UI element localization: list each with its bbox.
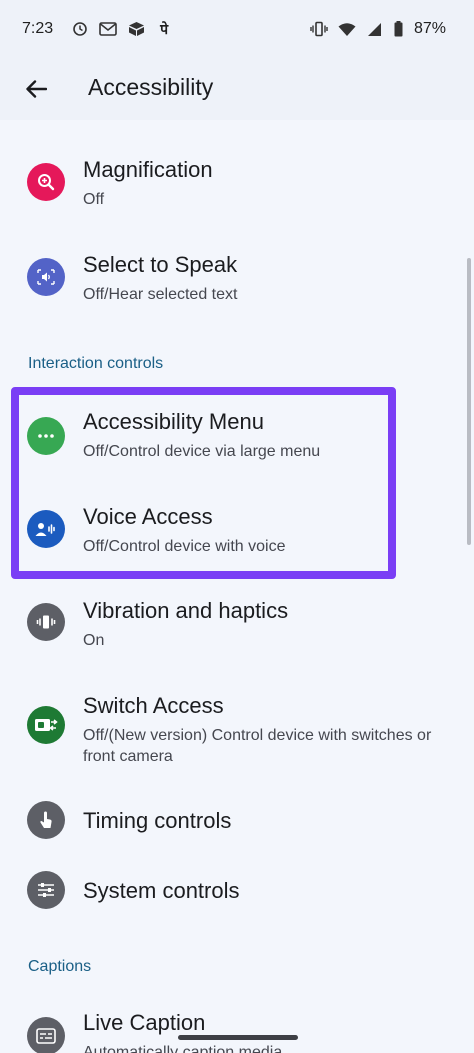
list-item-vibration-haptics[interactable]: Vibration and haptics On bbox=[0, 580, 474, 670]
item-title: Switch Access bbox=[83, 693, 224, 718]
item-subtitle: Off bbox=[83, 191, 105, 208]
app-bar: Accessibility bbox=[0, 58, 474, 120]
item-title: Live Caption bbox=[83, 1010, 206, 1035]
page-title: Accessibility bbox=[88, 74, 214, 100]
battery-icon bbox=[394, 20, 404, 38]
item-title: Timing controls bbox=[83, 808, 232, 833]
item-title: Vibration and haptics bbox=[83, 598, 289, 623]
status-left: 7:23 पे bbox=[22, 20, 173, 38]
list-item-timing-controls[interactable]: Timing controls bbox=[0, 788, 474, 858]
vibrate-status-icon bbox=[310, 20, 328, 38]
item-subtitle: On bbox=[83, 632, 105, 649]
wifi-icon bbox=[338, 20, 356, 38]
list-item-switch-access[interactable]: Switch Access Off/(New version) Control … bbox=[0, 675, 474, 785]
package-icon bbox=[127, 20, 145, 38]
battery-percent: 87% bbox=[413, 20, 446, 37]
caption-icon bbox=[27, 1017, 65, 1053]
touch-icon bbox=[27, 801, 65, 839]
item-subtitle: Off/(New version) Control device with sw… bbox=[83, 727, 432, 765]
vibrate-icon bbox=[27, 603, 65, 641]
speaker-icon bbox=[27, 258, 65, 296]
item-subtitle: Automatically caption media bbox=[83, 1044, 283, 1053]
list-item-live-caption[interactable]: Live Caption Automatically caption media bbox=[0, 993, 474, 1053]
highlight-box bbox=[11, 387, 396, 579]
signal-icon bbox=[366, 20, 384, 38]
gesture-nav-bar[interactable] bbox=[178, 1035, 298, 1040]
magnify-icon bbox=[27, 163, 65, 201]
status-time: 7:23 bbox=[22, 20, 54, 37]
item-subtitle: Off/Hear selected text bbox=[83, 286, 238, 303]
item-title: System controls bbox=[83, 878, 240, 903]
status-right: 87% bbox=[310, 20, 446, 38]
arrow-back-icon bbox=[26, 80, 47, 98]
item-title: Select to Speak bbox=[83, 252, 238, 277]
clock-sync-icon bbox=[71, 20, 89, 38]
list-item-select-to-speak[interactable]: Select to Speak Off/Hear selected text bbox=[0, 232, 474, 322]
settings-list: Magnification Off Select to Speak Off/He… bbox=[0, 120, 474, 1053]
hindi-char-icon: पे bbox=[160, 21, 169, 38]
item-title: Magnification bbox=[83, 157, 213, 182]
mail-icon bbox=[99, 20, 117, 38]
scrollbar[interactable] bbox=[467, 258, 471, 545]
list-item-system-controls[interactable]: System controls bbox=[0, 858, 474, 928]
section-header-interaction-controls: Interaction controls bbox=[28, 355, 164, 372]
back-button[interactable] bbox=[14, 67, 58, 111]
switch-icon bbox=[27, 706, 65, 744]
list-item-magnification[interactable]: Magnification Off bbox=[0, 137, 474, 227]
sliders-icon bbox=[27, 871, 65, 909]
status-bar: 7:23 पे 87% bbox=[0, 0, 474, 58]
section-header-captions: Captions bbox=[28, 958, 92, 975]
